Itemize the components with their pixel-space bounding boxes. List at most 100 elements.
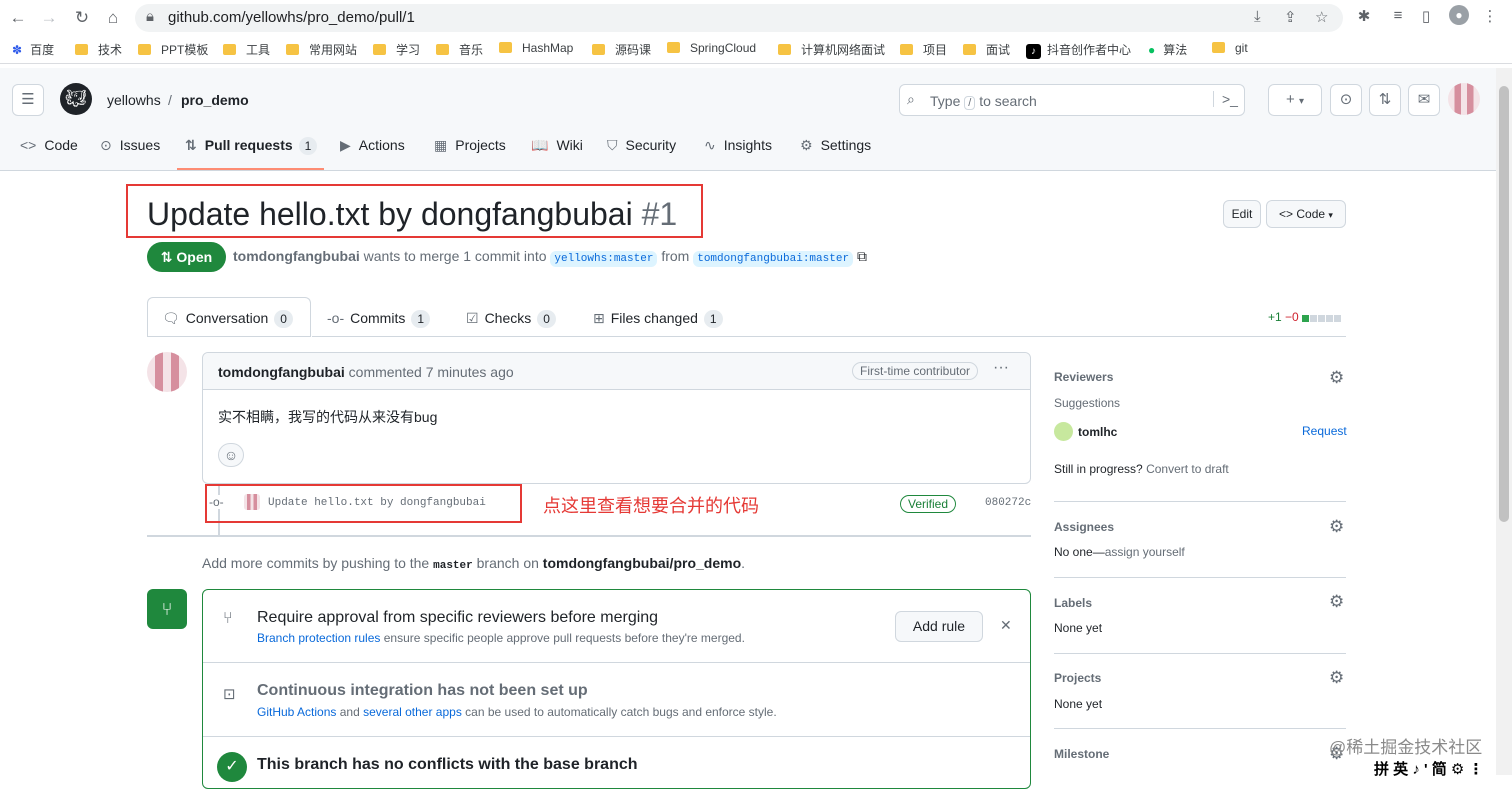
bookmark-star-icon[interactable]: ☆ [1315,8,1328,26]
labels-gear-icon[interactable]: ⚙ [1329,592,1344,612]
tab-insights[interactable]: ∿ Insights [704,137,772,154]
tab-security[interactable]: ⛉ Security [607,137,676,154]
reviewers-heading[interactable]: Reviewers [1054,370,1113,384]
forward-icon[interactable]: → [38,7,60,29]
close-icon[interactable]: ✕ [1000,617,1012,634]
github-actions-link[interactable]: GitHub Actions [257,705,336,719]
pull-requests-icon[interactable]: ⇅ [1369,84,1401,116]
hamburger-menu-icon[interactable]: ☰ [12,84,44,116]
reading-list-icon[interactable]: ≡ [1388,7,1408,24]
assign-yourself-link[interactable]: assign yourself [1105,545,1185,559]
inbox-icon[interactable]: ✉ [1408,84,1440,116]
tab-code[interactable]: <> Code [20,137,78,153]
comment-icon: 🗨︎ [162,310,180,326]
ime-toolbar[interactable]: 拼 英 ♪ ' 简 ⚙ ⋮ [1374,758,1484,779]
side-panel-icon[interactable]: ▯ [1416,7,1436,25]
bookmark-item[interactable]: 技术 [75,41,122,58]
share-icon[interactable]: ⇪ [1284,8,1297,26]
bookmark-item[interactable]: 计算机网络面试 [778,41,885,58]
milestone-heading[interactable]: Milestone [1054,747,1109,761]
bookmark-item[interactable]: 面试 [963,41,1010,58]
comment-header: tomdongfangbubai commented 7 minutes ago… [203,353,1030,390]
tab-issues[interactable]: ⊙ Issues [100,137,160,154]
user-avatar[interactable] [1448,83,1480,115]
bookmark-item[interactable]: git [1212,41,1248,55]
more-options-icon[interactable]: ··· [993,359,1009,377]
menu-kebab-icon[interactable]: ⋮ [1480,7,1500,25]
bookmark-item[interactable]: ♪ 抖音创作者中心 [1026,41,1131,59]
bookmark-item[interactable]: SpringCloud [667,41,756,55]
tab-conversation[interactable]: 🗨︎ Conversation 0 [162,310,293,328]
commit-author-avatar[interactable] [244,494,260,510]
address-bar[interactable]: 🔒︎ github.com/yellowhs/pro_demo/pull/1 ⤓… [135,4,1343,32]
code-dropdown-button[interactable]: <> Code ▾ [1266,200,1346,228]
folder-icon [900,44,913,55]
command-palette-icon[interactable]: >_ [1213,91,1238,107]
repo-owner-link[interactable]: yellowhs [107,92,161,108]
assignees-gear-icon[interactable]: ⚙ [1329,517,1344,537]
tab-wiki[interactable]: 📖 Wiki [531,137,583,154]
reviewers-gear-icon[interactable]: ⚙ [1329,368,1344,388]
tab-commits[interactable]: -o- Commits 1 [327,310,431,328]
tab-files-changed[interactable]: ⊞ Files changed 1 [593,310,723,328]
commit-sha-link[interactable]: 080272c [985,497,1031,509]
create-new-button[interactable]: + ▾ [1268,84,1322,116]
comment-author-link[interactable]: tomdongfangbubai [218,364,345,380]
tab-checks[interactable]: ☑ Checks 0 [466,310,556,328]
bookmark-item[interactable]: 学习 [373,41,420,58]
repo-name-link[interactable]: pro_demo [181,92,249,108]
conflict-title: This branch has no conflicts with the ba… [257,756,638,773]
push-repo-link[interactable]: tomdongfangbubai/pro_demo [543,555,741,571]
base-branch-label[interactable]: yellowhs:master [550,251,658,267]
commit-message-link[interactable]: Update hello.txt by dongfangbubai [268,497,486,509]
edit-title-button[interactable]: Edit [1223,200,1261,228]
issues-icon[interactable]: ⊙ [1330,84,1362,116]
bookmark-item[interactable]: 常用网站 [286,41,357,58]
bookmark-item[interactable]: 源码课 [592,41,651,58]
bookmark-item[interactable]: HashMap [499,41,573,55]
add-reaction-icon[interactable]: ☺ [218,443,244,467]
extensions-icon[interactable]: ✱ [1354,7,1374,25]
add-rule-button[interactable]: Add rule [895,611,983,642]
watermark: @稀土掘金技术社区 [1329,738,1483,757]
reload-icon[interactable]: ↻ [71,7,93,29]
projects-gear-icon[interactable]: ⚙ [1329,668,1344,688]
tab-projects[interactable]: ▦ Projects [434,137,506,154]
bookmark-item[interactable]: 工具 [223,41,270,58]
bookmark-item[interactable]: 音乐 [436,41,483,58]
bookmark-item[interactable]: ✽ 百度 [12,41,54,58]
author-avatar[interactable] [147,352,187,392]
branch-protection-link[interactable]: Branch protection rules [257,631,380,645]
bookmark-item[interactable]: ● 算法 [1148,41,1187,58]
github-logo-icon[interactable]: 🐙︎ [60,83,92,115]
labels-value: None yet [1054,621,1103,635]
convert-to-draft-link[interactable]: Convert to draft [1146,462,1229,476]
tab-pull-requests[interactable]: ⇅ Pull requests 1 [185,137,318,155]
bookmark-item[interactable]: PPT模板 [138,41,208,58]
suggested-user-name[interactable]: tomlhc [1078,425,1117,439]
tab-gap [311,336,312,337]
profile-icon[interactable]: ● [1449,5,1469,25]
bookmarks-bar: ✽ 百度 技术 PPT模板 工具 常用网站 学习 音乐 HashMap 源码课 S… [0,36,1512,64]
search-input[interactable]: ⌕ Type / to search >_ [899,84,1245,116]
pr-number: #1 [641,196,678,232]
other-apps-link[interactable]: several other apps [363,705,462,719]
tab-actions[interactable]: ▶ Actions [340,137,405,154]
verified-badge[interactable]: Verified [900,495,957,513]
pull-request-icon: ⇅ [185,137,197,153]
request-review-link[interactable]: Request [1302,424,1347,438]
pr-author-link[interactable]: tomdongfangbubai [233,248,360,264]
back-icon[interactable]: ← [7,7,29,29]
install-icon[interactable]: ⤓ [1254,8,1261,25]
assignees-heading[interactable]: Assignees [1054,520,1114,534]
draft-prompt: Still in progress? Convert to draft [1054,462,1229,476]
labels-heading[interactable]: Labels [1054,596,1092,610]
scrollbar-thumb[interactable] [1499,86,1509,522]
tab-settings[interactable]: ⚙ Settings [800,137,871,154]
bookmark-item[interactable]: 项目 [900,41,947,58]
projects-heading[interactable]: Projects [1054,671,1101,685]
page-scrollbar[interactable] [1496,68,1512,775]
head-branch-label[interactable]: tomdongfangbubai:master [693,251,854,267]
copy-icon[interactable]: ⧉ [857,248,867,264]
home-icon[interactable]: ⌂ [102,7,124,29]
